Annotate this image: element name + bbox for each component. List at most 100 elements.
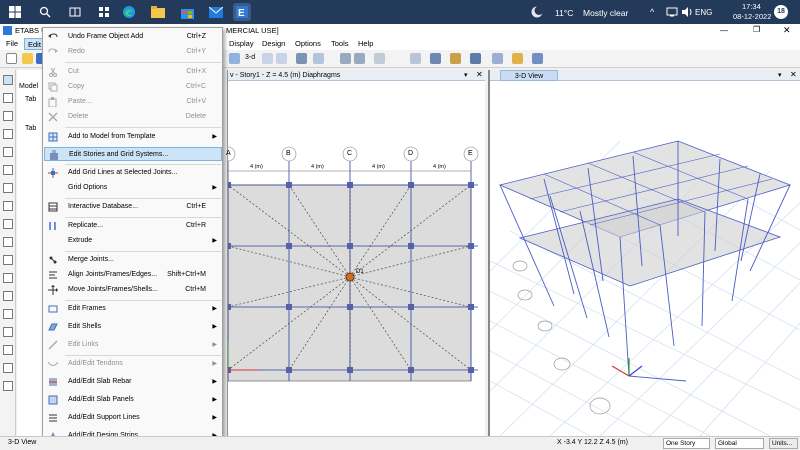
clock-date[interactable]: 08-12-2022 <box>733 12 771 21</box>
volume-icon[interactable] <box>678 3 696 21</box>
menu-tools[interactable]: Tools <box>331 39 349 48</box>
toolbar-design-icon[interactable] <box>450 53 461 64</box>
draw-opening-tool-icon[interactable] <box>3 237 13 247</box>
windows-start-icon[interactable] <box>6 3 24 21</box>
explorer-node-tables-2[interactable]: Tab <box>25 125 36 132</box>
menu-item-add-edit-support-lines[interactable]: Add/Edit Support Lines ▶ <box>44 411 222 425</box>
etabs-taskbar-icon[interactable]: E <box>233 3 251 21</box>
language-indicator[interactable]: ENG <box>695 8 712 17</box>
toolbar-run-icon[interactable] <box>430 53 441 64</box>
menu-display[interactable]: Display <box>229 39 254 48</box>
menu-item-add-edit-tendons[interactable]: Add/Edit Tendons ▶ <box>44 357 222 371</box>
widgets-icon[interactable] <box>95 3 113 21</box>
menu-item-replicate[interactable]: Replicate... Ctrl+R <box>44 219 222 233</box>
task-view-icon[interactable] <box>66 3 84 21</box>
toolbar-elev-icon[interactable] <box>276 53 287 64</box>
menu-item-redo[interactable]: Redo Ctrl+Y <box>44 45 222 59</box>
diaphragm-center-joint[interactable] <box>345 272 355 282</box>
draw-wall-tool-icon[interactable] <box>3 219 13 229</box>
menu-design[interactable]: Design <box>262 39 285 48</box>
new-model-icon[interactable] <box>6 53 17 64</box>
menu-item-edit-stories-grid[interactable]: Edit Stories and Grid Systems... <box>44 147 222 161</box>
menu-item-move-joints[interactable]: Move Joints/Frames/Shells... Ctrl+M <box>44 283 222 297</box>
menu-item-copy[interactable]: Copy Ctrl+C <box>44 80 222 94</box>
menu-item-merge-joints-label: Merge Joints... <box>68 256 114 263</box>
coordinate-system-selector[interactable]: Global <box>715 438 764 449</box>
explorer-tab-model[interactable]: Model <box>19 83 38 90</box>
mail-icon[interactable] <box>207 3 225 21</box>
toolbar-deformed-icon[interactable] <box>492 53 503 64</box>
explorer-node-tables[interactable]: Tab <box>25 96 36 103</box>
menu-item-add-edit-slab-rebar[interactable]: Add/Edit Slab Rebar ▶ <box>44 375 222 389</box>
draw-link-tool-icon[interactable] <box>3 255 13 265</box>
toolbar-tool-1-icon[interactable] <box>229 53 240 64</box>
search-icon[interactable] <box>36 3 54 21</box>
menu-item-add-grid-lines[interactable]: Add Grid Lines at Selected Joints... <box>44 166 222 180</box>
menu-item-add-from-template[interactable]: Add to Model from Template ▶ <box>44 130 222 144</box>
menu-item-grid-options[interactable]: Grid Options ▶ <box>44 181 222 195</box>
reshape-tool-icon[interactable] <box>3 93 13 103</box>
draw-tendon-tool-icon[interactable] <box>3 273 13 283</box>
menu-item-merge-joints[interactable]: Merge Joints... <box>44 253 222 267</box>
toolbar-assign-icon[interactable] <box>410 53 421 64</box>
close-icon[interactable]: ✕ <box>783 25 791 36</box>
toolbar-perspective-icon[interactable] <box>313 53 324 64</box>
minimize-icon[interactable]: — <box>720 26 728 35</box>
3d-view-window[interactable]: 3-D View ▾ ✕ <box>488 70 800 436</box>
restore-icon[interactable]: ❐ <box>753 25 760 34</box>
plan-view-close-icon[interactable]: ✕ <box>476 70 483 79</box>
draw-support-tool-icon[interactable] <box>3 381 13 391</box>
toolbar-rotate-icon[interactable] <box>296 53 307 64</box>
draw-section-tool-icon[interactable] <box>3 345 13 355</box>
draw-slab-tool-icon[interactable] <box>3 201 13 211</box>
edge-browser-icon[interactable] <box>120 3 138 21</box>
menu-item-undo[interactable]: Undo Frame Object Add Ctrl+Z <box>44 30 222 44</box>
draw-strip-tool-icon[interactable] <box>3 363 13 373</box>
toolbar-down-icon[interactable] <box>354 53 365 64</box>
draw-beam-tool-icon[interactable] <box>3 183 13 193</box>
draw-column-tool-icon[interactable] <box>3 165 13 175</box>
toolbar-forces-icon[interactable] <box>512 53 523 64</box>
draw-brace-tool-icon[interactable] <box>3 147 13 157</box>
menu-options[interactable]: Options <box>295 39 321 48</box>
draw-frame-tool-icon[interactable] <box>3 129 13 139</box>
3d-view-close-icon[interactable]: ✕ <box>790 70 797 79</box>
draw-ref-tool-icon[interactable] <box>3 309 13 319</box>
menu-item-cut[interactable]: Cut Ctrl+X <box>44 65 222 79</box>
toolbar-ref-icon[interactable] <box>374 53 385 64</box>
menu-item-edit-links[interactable]: Edit Links ▶ <box>44 338 222 352</box>
menu-item-add-edit-slab-panels[interactable]: Add/Edit Slab Panels ▶ <box>44 393 222 407</box>
draw-grid-tool-icon[interactable] <box>3 327 13 337</box>
toolbar-display-icon[interactable] <box>470 53 481 64</box>
clock-time[interactable]: 17:34 <box>742 2 761 11</box>
menu-item-edit-frames[interactable]: Edit Frames ▶ <box>44 302 222 316</box>
file-explorer-icon[interactable] <box>149 3 167 21</box>
open-icon[interactable] <box>22 53 33 64</box>
store-icon[interactable] <box>178 3 196 21</box>
3d-view-tab[interactable]: 3-D View <box>500 70 558 81</box>
3d-view-canvas[interactable] <box>490 81 800 436</box>
notification-badge[interactable]: 18 <box>774 5 788 19</box>
plan-view-window[interactable]: v - Story1 - Z = 4.5 (m) Diaphragms ▾ ✕ <box>226 70 486 436</box>
pointer-tool-icon[interactable] <box>3 75 13 85</box>
menu-item-align-joints[interactable]: Align Joints/Frames/Edges... Shift+Ctrl+… <box>44 268 222 282</box>
draw-dim-tool-icon[interactable] <box>3 291 13 301</box>
3d-view-pin-icon[interactable]: ▾ <box>778 71 782 79</box>
toolbar-misc-icon[interactable] <box>532 53 543 64</box>
menu-item-edit-shells[interactable]: Edit Shells ▶ <box>44 320 222 334</box>
story-selector[interactable]: One Story <box>663 438 710 449</box>
menu-item-interactive-database[interactable]: Interactive Database... Ctrl+E <box>44 200 222 214</box>
draw-line-tool-icon[interactable] <box>3 111 13 121</box>
toolbar-3d-icon[interactable]: 3-d <box>245 54 255 61</box>
plan-view-canvas[interactable] <box>228 81 486 436</box>
menu-help[interactable]: Help <box>358 39 373 48</box>
menu-item-delete[interactable]: Delete Delete <box>44 110 222 124</box>
menu-file[interactable]: File <box>6 39 18 48</box>
plan-view-pin-icon[interactable]: ▾ <box>464 71 468 79</box>
menu-item-paste[interactable]: Paste... Ctrl+V <box>44 95 222 109</box>
toolbar-up-icon[interactable] <box>340 53 351 64</box>
tray-chevron-icon[interactable]: ^ <box>650 7 654 17</box>
menu-item-extrude[interactable]: Extrude ▶ <box>44 234 222 248</box>
toolbar-plan-icon[interactable] <box>262 53 273 64</box>
units-button[interactable]: Units... <box>769 438 798 449</box>
